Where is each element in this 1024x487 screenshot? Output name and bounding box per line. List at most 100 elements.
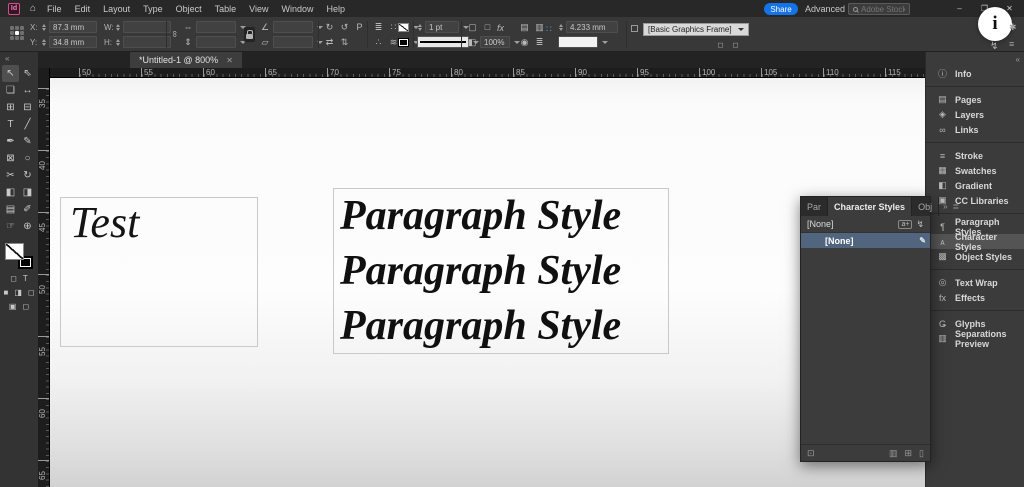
close-tab-icon[interactable]: ✕ xyxy=(226,56,233,65)
align-objects-icon[interactable]: ≣ xyxy=(372,22,385,33)
content-collector-tool[interactable]: ⊞ xyxy=(2,99,19,116)
document-tab[interactable]: *Untitled-1 @ 800% ✕ xyxy=(130,52,242,68)
ellipse-tool[interactable]: ○ xyxy=(19,150,36,167)
share-button[interactable]: Share xyxy=(764,3,798,15)
indesign-app-icon[interactable]: Id xyxy=(8,2,20,15)
note-tool[interactable]: ▤ xyxy=(2,201,19,218)
menu-item[interactable]: Object xyxy=(176,4,202,14)
opacity-field[interactable]: 100% xyxy=(480,36,510,48)
apply-color-icon[interactable]: ◨ xyxy=(14,288,22,297)
object-style-dropdown[interactable]: [Basic Graphics Frame] xyxy=(643,23,749,36)
center-content-icon[interactable]: ◉ xyxy=(518,37,531,48)
free-transform-tool[interactable]: ↻ xyxy=(19,167,36,184)
fit-content-proportionally-icon[interactable]: ▥ xyxy=(533,22,546,33)
style-list-item[interactable]: [None] ✎ xyxy=(801,233,930,248)
rotate-cw-icon[interactable]: ↻ xyxy=(323,22,336,33)
hand-tool[interactable]: ☞ xyxy=(2,218,19,235)
new-style-link-icon[interactable]: a+ xyxy=(898,219,913,229)
menu-item[interactable]: Type xyxy=(143,4,163,14)
auto-fit-icon[interactable]: ≣ xyxy=(533,37,546,48)
gap-stepper[interactable] xyxy=(558,23,564,31)
line-tool[interactable]: ╱ xyxy=(19,116,36,133)
sidebar-panel-item[interactable]: ◎ Text Wrap xyxy=(926,275,1024,290)
w-field[interactable] xyxy=(123,21,171,33)
new-style-group-icon[interactable]: ▥ xyxy=(889,448,898,459)
stock-search[interactable] xyxy=(848,3,910,15)
home-icon[interactable]: ⌂ xyxy=(30,3,36,14)
formatting-icon[interactable]: ◻ xyxy=(10,274,17,283)
x-field[interactable]: 87.3 mm xyxy=(49,21,97,33)
sidebar-panel-item[interactable]: ≡ Stroke xyxy=(926,148,1024,163)
h-field[interactable] xyxy=(123,36,171,48)
screen-mode-icon[interactable]: ◻ xyxy=(22,302,29,311)
expand-panels-icon[interactable]: « xyxy=(1016,55,1020,64)
style-link-icon[interactable]: ⊡ xyxy=(807,448,815,459)
sidebar-panel-item[interactable]: fx Effects xyxy=(926,290,1024,305)
gap-field[interactable]: 4.233 mm xyxy=(566,21,618,33)
document-canvas[interactable]: Test Paragraph Style Paragraph Style Parag… xyxy=(50,78,925,487)
flip-horizontal-icon[interactable]: ⇄ xyxy=(323,37,336,48)
direct-selection-tool[interactable]: ⇖ xyxy=(19,65,36,82)
sidebar-panel-item[interactable]: ⓘ Info xyxy=(926,66,1024,81)
eyedropper-tool[interactable]: ✐ xyxy=(19,201,36,218)
frame-grid-icon[interactable]: ◻ xyxy=(729,41,742,49)
reference-point-proxy[interactable] xyxy=(10,26,24,40)
y-stepper[interactable] xyxy=(41,38,47,46)
menu-item[interactable]: Edit xyxy=(75,4,91,14)
sidebar-panel-item[interactable]: ▩ Object Styles xyxy=(926,249,1024,264)
gear-icon[interactable]: ✱ xyxy=(1009,22,1017,33)
menu-item[interactable]: Table xyxy=(215,4,237,14)
align-to-selection-icon[interactable]: ∴ xyxy=(372,37,385,48)
minimize-button[interactable]: – xyxy=(947,0,972,17)
panel-tab[interactable]: Obj xyxy=(912,197,940,216)
paragraph-direction-icon[interactable]: P xyxy=(353,22,366,32)
w-stepper[interactable] xyxy=(115,23,121,31)
selection-tool[interactable]: ↖ xyxy=(2,65,19,82)
rotation-field[interactable] xyxy=(273,21,313,33)
sidebar-panel-item[interactable]: ◧ Gradient xyxy=(926,178,1024,193)
pencil-tool[interactable]: ✎ xyxy=(19,133,36,150)
screen-mode-icon[interactable]: ▣ xyxy=(9,302,17,311)
corner-shape-icon[interactable]: □ xyxy=(481,22,494,32)
corner-options-icon[interactable]: ▢ xyxy=(466,22,479,33)
fill-stroke-proxy[interactable] xyxy=(5,243,33,269)
content-placer-tool[interactable]: ⊟ xyxy=(19,99,36,116)
sidebar-panel-item[interactable]: ▤ Pages xyxy=(926,92,1024,107)
hamburger-menu-icon[interactable]: ≡ xyxy=(1009,39,1014,49)
stroke-swatch[interactable] xyxy=(398,37,409,47)
sidebar-panel-item[interactable]: ◈ Layers xyxy=(926,107,1024,122)
text-frame-paragraph-style[interactable]: Paragraph Style Paragraph Style Paragraph … xyxy=(333,188,669,354)
shear-field[interactable] xyxy=(273,36,313,48)
sidebar-panel-item[interactable]: ∞ Links xyxy=(926,122,1024,137)
frame-fitting-icon[interactable]: ◻ xyxy=(714,41,727,49)
effects-icon[interactable]: fx xyxy=(497,23,504,33)
apply-color-icon[interactable]: ■ xyxy=(3,288,8,297)
sidebar-panel-item[interactable]: ▦ Swatches xyxy=(926,163,1024,178)
rectangle-frame-tool[interactable]: ⊠ xyxy=(2,150,19,167)
fill-swatch[interactable] xyxy=(398,22,409,32)
swatch-dropdown[interactable] xyxy=(558,36,598,48)
zoom-tool[interactable]: ⊕ xyxy=(19,218,36,235)
flip-vertical-icon[interactable]: ⇅ xyxy=(338,37,351,48)
stroke-weight-stepper[interactable] xyxy=(417,23,423,31)
formatting-icon[interactable]: T xyxy=(23,274,28,283)
rotate-ccw-icon[interactable]: ↺ xyxy=(338,22,351,33)
gradient-swatch-tool[interactable]: ◧ xyxy=(2,184,19,201)
menu-item[interactable]: View xyxy=(249,4,268,14)
constrain-proportions-lock[interactable] xyxy=(244,27,255,42)
gap-tool[interactable]: ↔ xyxy=(19,82,36,99)
h-stepper[interactable] xyxy=(115,38,121,46)
panel-tab[interactable]: Par xyxy=(801,197,829,216)
sidebar-panel-item[interactable]: ᴀ Character Styles xyxy=(926,232,1024,252)
text-frame-test[interactable]: Test xyxy=(60,197,258,347)
search-input[interactable] xyxy=(861,4,905,14)
scale-x-field[interactable] xyxy=(196,21,236,33)
scissors-tool[interactable]: ✂ xyxy=(2,167,19,184)
type-tool[interactable]: T xyxy=(2,116,19,133)
pen-tool[interactable]: ✒ xyxy=(2,133,19,150)
break-link-icon[interactable]: ↯ xyxy=(916,219,924,230)
menu-item[interactable]: Window xyxy=(282,4,314,14)
x-stepper[interactable] xyxy=(41,23,47,31)
apply-color-icon[interactable]: ◻ xyxy=(28,288,35,297)
page-tool[interactable]: ❏ xyxy=(2,82,19,99)
